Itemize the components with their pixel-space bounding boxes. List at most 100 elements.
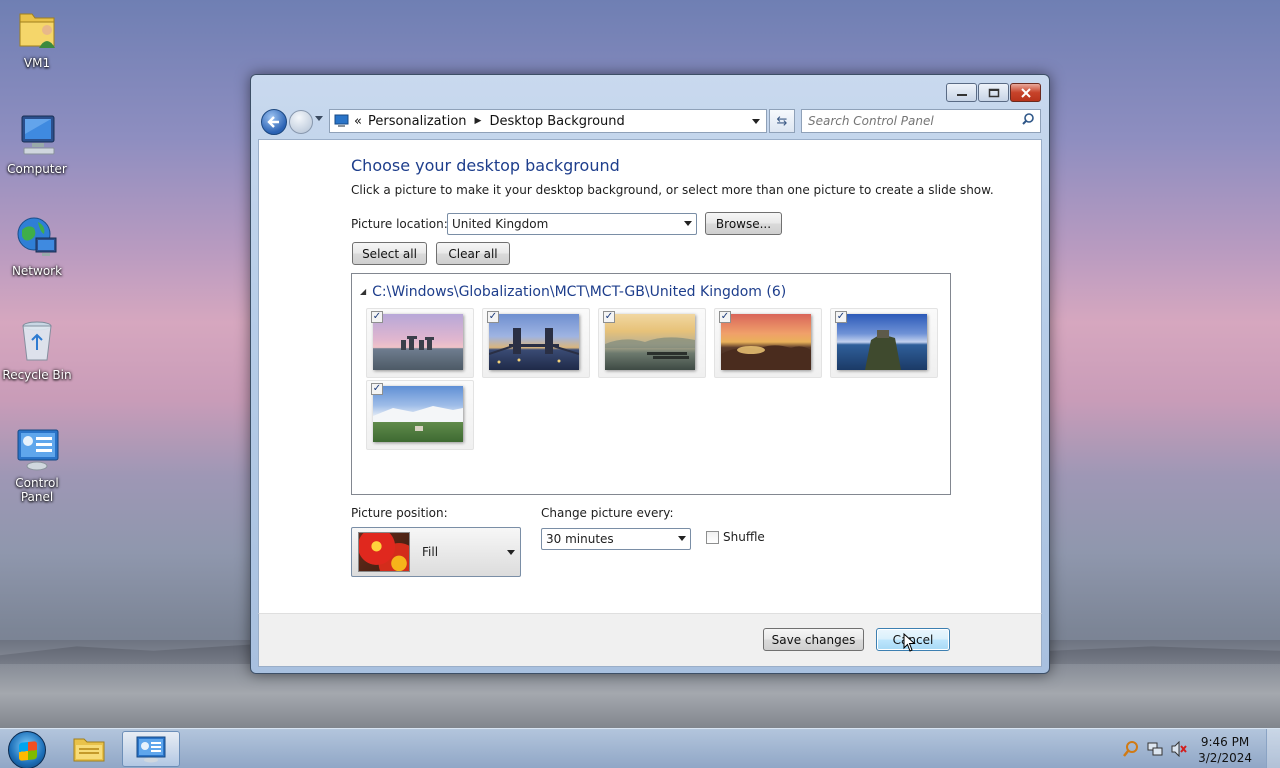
address-dropdown-icon[interactable] — [752, 119, 760, 124]
thumbnail-white-cliffs[interactable]: ✓ — [366, 380, 474, 450]
desktop-icon-label: Computer — [7, 162, 67, 176]
desktop-icon-label: Control Panel — [15, 476, 59, 504]
taskbar: 9:46 PM 3/2/2024 — [0, 728, 1280, 768]
save-changes-button[interactable]: Save changes — [763, 628, 864, 651]
picture-position-value: Fill — [422, 545, 439, 559]
windows-logo-icon — [19, 741, 37, 761]
breadcrumb-overflow[interactable]: « — [354, 114, 362, 129]
network-tray-icon[interactable] — [1147, 741, 1163, 757]
dialog-footer: Save changes Cancel — [258, 613, 1042, 667]
desktop-background-window: « Personalization ▶ Desktop Background ⇆… — [250, 74, 1050, 674]
tower-bridge-image — [488, 314, 580, 370]
castle-cliff-image — [837, 314, 927, 370]
back-arrow-icon — [267, 116, 279, 128]
clock-date: 3/2/2024 — [1198, 751, 1252, 765]
desktop-icon-label: VM1 — [23, 56, 51, 70]
back-button[interactable] — [261, 109, 287, 135]
clock-time: 9:46 PM — [1200, 735, 1250, 749]
minimize-button[interactable] — [946, 83, 977, 102]
refresh-button[interactable]: ⇆ — [769, 109, 795, 133]
volume-muted-icon[interactable] — [1171, 740, 1187, 758]
control-panel-icon — [136, 736, 166, 763]
start-button[interactable] — [8, 731, 46, 768]
clear-all-button[interactable]: Clear all — [436, 242, 510, 265]
change-picture-interval-value: 30 minutes — [546, 532, 614, 546]
taskbar-explorer-button[interactable] — [60, 731, 118, 767]
thumbnail-checkbox[interactable]: ✓ — [835, 311, 847, 323]
collapse-icon[interactable]: ◢ — [360, 287, 366, 296]
thumbnail-checkbox[interactable]: ✓ — [487, 311, 499, 323]
picture-location-value: United Kingdom — [452, 217, 549, 231]
thumbnail-misty-lake[interactable]: ✓ — [598, 308, 706, 378]
control-panel-icon — [14, 426, 60, 472]
close-button[interactable] — [1010, 83, 1041, 102]
stonehenge-image — [373, 314, 463, 370]
navigation-bar: « Personalization ▶ Desktop Background ⇆ — [259, 107, 1041, 135]
search-box[interactable] — [801, 109, 1041, 133]
chevron-down-icon — [507, 550, 515, 555]
picture-location-dropdown[interactable]: United Kingdom — [447, 213, 697, 235]
minimize-icon — [956, 93, 967, 96]
desktop-icon-recycle-bin[interactable]: Recycle Bin — [2, 318, 72, 382]
breadcrumb-personalization[interactable]: Personalization — [368, 114, 467, 129]
picture-position-label: Picture position: — [351, 506, 448, 520]
content-area: Choose your desktop background Click a p… — [258, 139, 1042, 613]
forward-button[interactable] — [289, 110, 313, 134]
thumbnail-checkbox[interactable]: ✓ — [719, 311, 731, 323]
picture-gallery: ◢ C:\Windows\Globalization\MCT\MCT-GB\Uni… — [351, 273, 951, 495]
misty-lake-image — [605, 314, 695, 370]
browse-button[interactable]: Browse... — [705, 212, 782, 235]
search-input[interactable] — [808, 114, 1008, 128]
close-icon — [1020, 87, 1031, 98]
address-bar[interactable]: « Personalization ▶ Desktop Background — [329, 109, 767, 133]
window-controls — [946, 83, 1041, 102]
white-cliffs-image — [373, 386, 463, 442]
maximize-icon — [988, 88, 999, 97]
chevron-down-icon — [315, 116, 323, 121]
breadcrumb-desktop-background[interactable]: Desktop Background — [489, 114, 624, 129]
change-picture-interval-dropdown[interactable]: 30 minutes — [541, 528, 691, 550]
thumbnail-tower-bridge[interactable]: ✓ — [482, 308, 590, 378]
chevron-down-icon — [678, 536, 686, 541]
mouse-cursor-icon — [903, 633, 916, 652]
shuffle-label[interactable]: Shuffle — [723, 530, 765, 544]
thumbnail-castle-cliff[interactable]: ✓ — [830, 308, 938, 378]
shuffle-checkbox[interactable] — [706, 531, 719, 544]
change-picture-label: Change picture every: — [541, 506, 674, 520]
search-icon[interactable] — [1022, 113, 1034, 129]
computer-icon — [14, 112, 60, 158]
maximize-button[interactable] — [978, 83, 1009, 102]
explorer-folder-icon — [73, 738, 105, 762]
thumbnail-stonehenge[interactable]: ✓ — [366, 308, 474, 378]
system-clock[interactable]: 9:46 PM 3/2/2024 — [1198, 734, 1252, 766]
page-title: Choose your desktop background — [351, 156, 620, 175]
page-description: Click a picture to make it your desktop … — [351, 183, 994, 197]
control-panel-small-icon — [334, 114, 349, 127]
desktop-icon-vm1[interactable]: VM1 — [2, 6, 72, 70]
chevron-down-icon — [684, 221, 692, 226]
show-desktop-button[interactable] — [1266, 729, 1280, 768]
recent-pages-button[interactable] — [315, 115, 325, 127]
refresh-icon: ⇆ — [776, 113, 788, 129]
taskbar-control-panel-button[interactable] — [122, 731, 180, 767]
recycle-bin-icon — [14, 318, 60, 364]
desktop-icon-network[interactable]: Network — [2, 214, 72, 278]
desktop-icon-label: Recycle Bin — [2, 368, 72, 382]
flower-preview-image — [358, 532, 410, 572]
desktop-icon-label: Network — [11, 264, 63, 278]
coastal-rocks-image — [721, 314, 811, 370]
thumbnail-checkbox[interactable]: ✓ — [371, 311, 383, 323]
thumbnail-checkbox[interactable]: ✓ — [371, 383, 383, 395]
network-icon — [14, 214, 60, 260]
thumbnail-coastal-rocks[interactable]: ✓ — [714, 308, 822, 378]
desktop-icon-computer[interactable]: Computer — [2, 112, 72, 176]
picture-group-path: C:\Windows\Globalization\MCT\MCT-GB\Unit… — [372, 284, 787, 300]
search-tray-icon[interactable] — [1123, 741, 1139, 757]
desktop-icon-control-panel[interactable]: Control Panel — [2, 426, 72, 504]
thumbnail-checkbox[interactable]: ✓ — [603, 311, 615, 323]
breadcrumb-separator-icon[interactable]: ▶ — [475, 116, 482, 126]
picture-group-header[interactable]: ◢ C:\Windows\Globalization\MCT\MCT-GB\Uni… — [360, 284, 786, 300]
select-all-button[interactable]: Select all — [352, 242, 427, 265]
picture-position-dropdown[interactable]: Fill — [351, 527, 521, 577]
picture-location-label: Picture location: — [351, 217, 448, 231]
